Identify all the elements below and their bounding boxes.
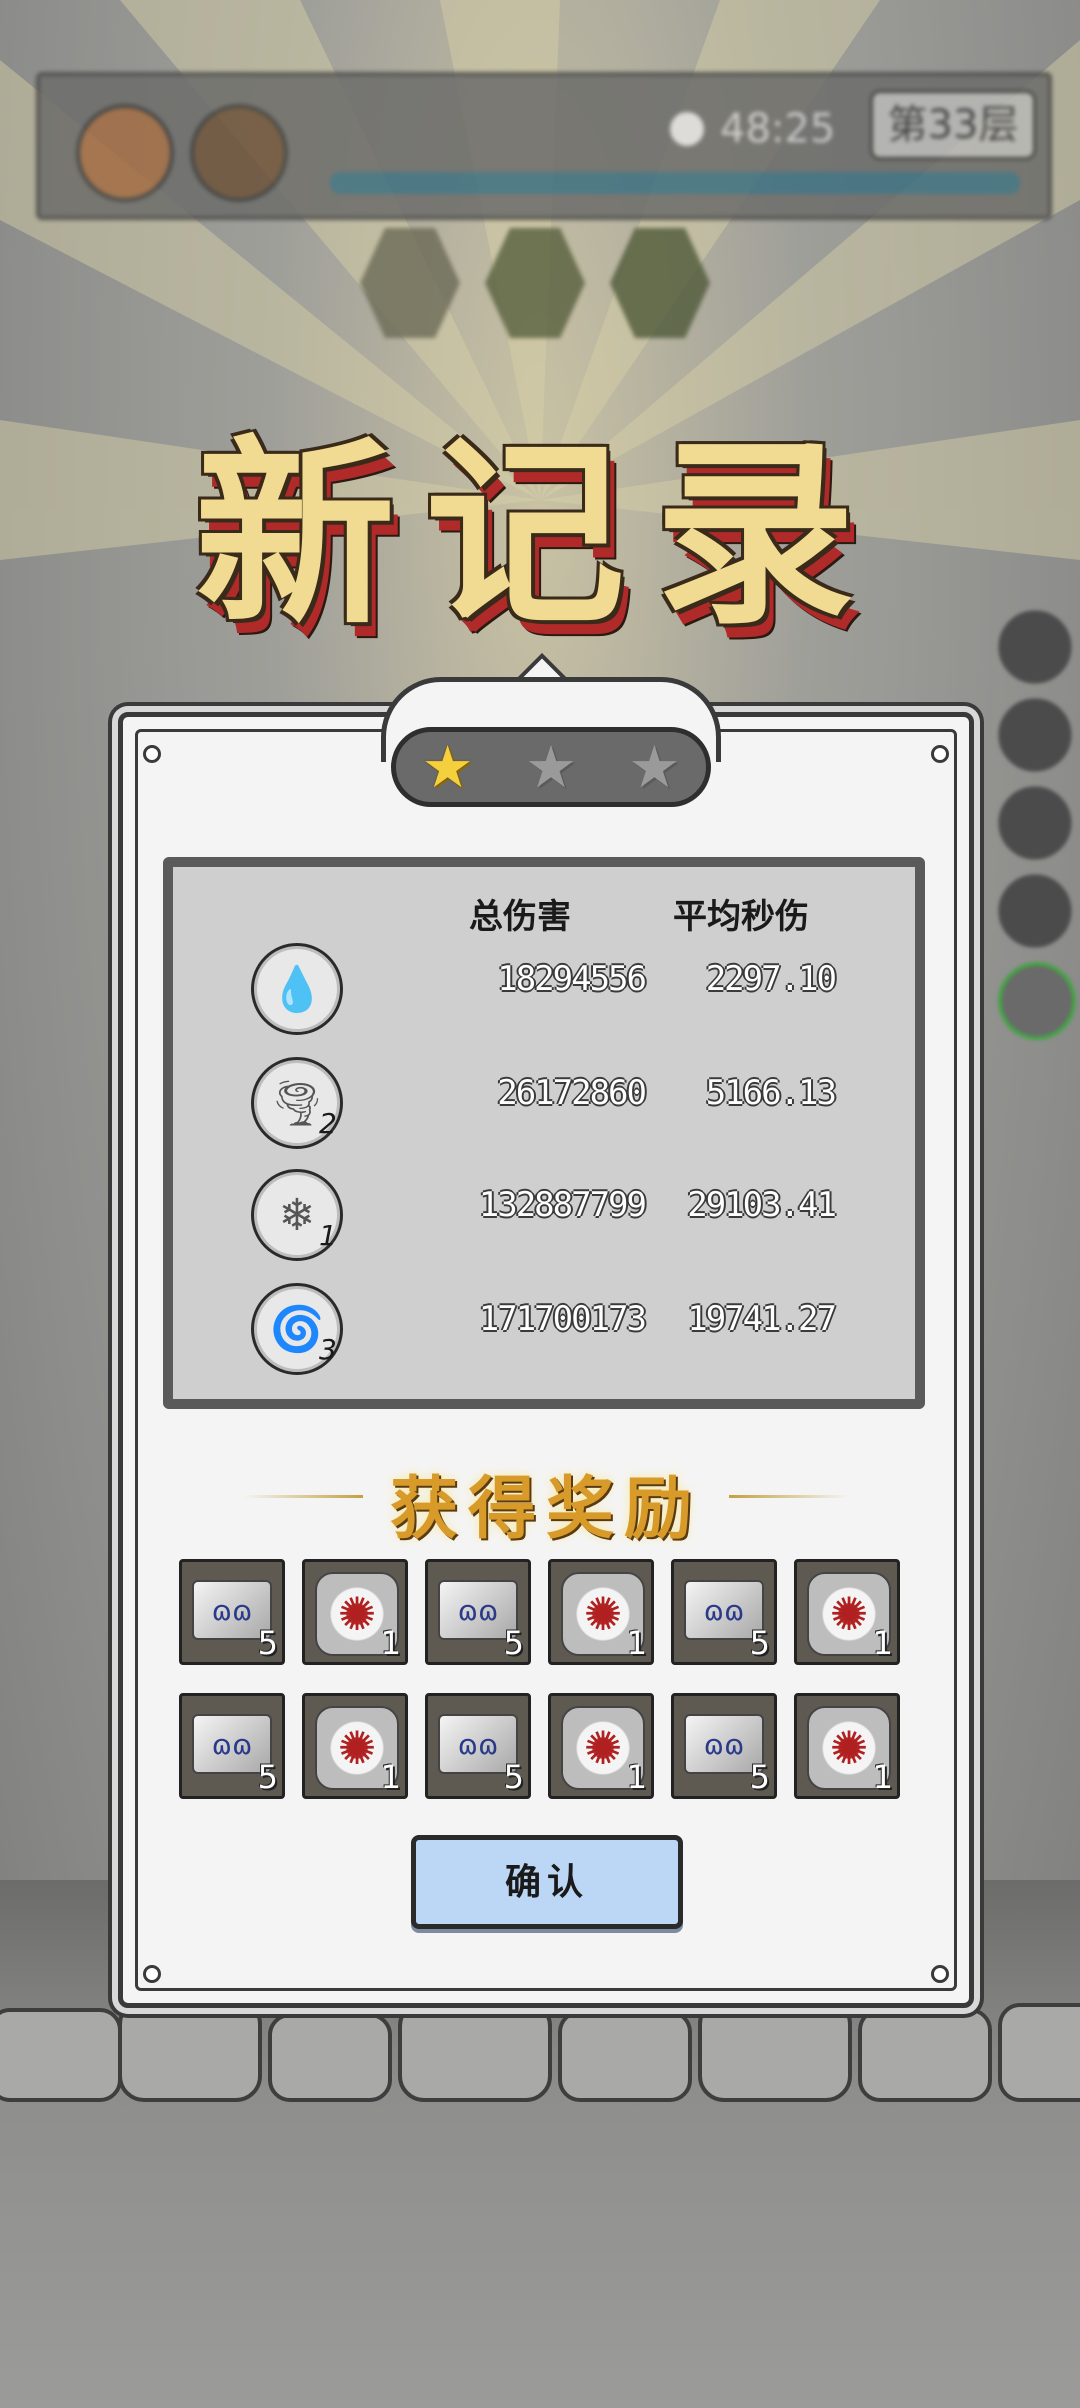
gear-skill-icon	[360, 228, 460, 338]
reward-count: 1	[626, 1624, 647, 1662]
reward-item[interactable]: ɷɷ 5	[179, 1559, 285, 1665]
avg-dps-value: 5166.13	[705, 1073, 837, 1113]
reward-item[interactable]: ɷɷ 5	[179, 1693, 285, 1799]
reward-item[interactable]: ✺ 1	[302, 1559, 408, 1665]
skill-level: 3	[319, 1333, 337, 1366]
result-panel: ★ ★ ★ 总伤害 平均秒伤 💧 18294556 2297.10 🌪 2 26…	[118, 677, 974, 2008]
reward-item[interactable]: ✺ 1	[302, 1693, 408, 1799]
stone-wall	[0, 1998, 1080, 2102]
rivet	[931, 745, 949, 763]
side-skill-cooldowns	[998, 610, 1076, 1054]
skull-skill-icon	[485, 228, 585, 338]
reward-item[interactable]: ɷɷ 5	[425, 1559, 531, 1665]
reward-count: 1	[626, 1758, 647, 1796]
reward-item[interactable]: ɷɷ 5	[425, 1693, 531, 1799]
skill-row: 💧 18294556 2297.10	[173, 943, 915, 1043]
header-avg-dps: 平均秒伤	[673, 897, 809, 937]
confirm-button[interactable]: 确认	[411, 1835, 683, 1929]
reward-count: 5	[503, 1758, 524, 1796]
reward-item[interactable]: ɷɷ 5	[671, 1693, 777, 1799]
reward-count: 5	[257, 1624, 278, 1662]
total-damage-value: 171700173	[478, 1299, 647, 1339]
skill-row: 🌀 3 171700173 19741.27	[173, 1283, 915, 1383]
cooldown-icon	[998, 698, 1072, 772]
reward-item[interactable]: ✺ 1	[794, 1693, 900, 1799]
reward-count: 1	[380, 1758, 401, 1796]
speed-toggle-icon[interactable]	[76, 104, 174, 202]
reward-count: 5	[749, 1758, 770, 1796]
reward-item[interactable]: ✺ 1	[548, 1559, 654, 1665]
rivet	[143, 1965, 161, 1983]
avg-dps-value: 29103.41	[687, 1185, 837, 1225]
cooldown-icon	[998, 874, 1072, 948]
top-hud: 48:25 第33层	[36, 72, 1052, 220]
total-damage-value: 26172860	[497, 1073, 647, 1113]
star-empty-icon: ★	[628, 733, 681, 801]
timer-icon	[670, 112, 704, 146]
star-empty-icon: ★	[524, 733, 577, 801]
cooldown-icon	[998, 786, 1072, 860]
rivet	[931, 1965, 949, 1983]
skill-level: 2	[319, 1107, 337, 1140]
skill-row: ❄ 1 132887799 29103.41	[173, 1169, 915, 1269]
rivet	[143, 745, 161, 763]
header-total-damage: 总伤害	[469, 897, 571, 937]
skill-hex-row	[360, 228, 720, 348]
total-damage-value: 18294556	[497, 959, 647, 999]
avg-dps-value: 19741.27	[687, 1299, 837, 1339]
total-damage-value: 132887799	[478, 1185, 647, 1225]
avg-dps-value: 2297.10	[705, 959, 837, 999]
timer-text: 48:25	[720, 106, 836, 152]
skill-level: 1	[319, 1219, 337, 1252]
reward-item[interactable]: ɷɷ 5	[671, 1559, 777, 1665]
new-record-title: 新记录	[194, 417, 885, 652]
cooldown-icon	[998, 962, 1076, 1040]
reward-item[interactable]: ✺ 1	[794, 1559, 900, 1665]
skill-row: 🌪 2 26172860 5166.13	[173, 1057, 915, 1157]
damage-stats-table: 总伤害 平均秒伤 💧 18294556 2297.10 🌪 2 26172860…	[163, 857, 925, 1409]
star-filled-icon: ★	[421, 733, 474, 801]
reward-count: 1	[872, 1758, 893, 1796]
rewards-title: 获得奖励	[389, 1469, 702, 1549]
reward-count: 1	[380, 1624, 401, 1662]
backpack-icon[interactable]	[190, 104, 288, 202]
star-rating: ★ ★ ★	[391, 727, 711, 807]
reward-count: 1	[872, 1624, 893, 1662]
reward-count: 5	[257, 1758, 278, 1796]
reward-count: 5	[749, 1624, 770, 1662]
floor-badge: 第33层	[870, 90, 1036, 160]
progress-bar	[330, 172, 1020, 194]
dagger-skill-icon	[610, 228, 710, 338]
water-drop-icon: 💧	[251, 943, 343, 1035]
reward-item[interactable]: ✺ 1	[548, 1693, 654, 1799]
reward-count: 5	[503, 1624, 524, 1662]
